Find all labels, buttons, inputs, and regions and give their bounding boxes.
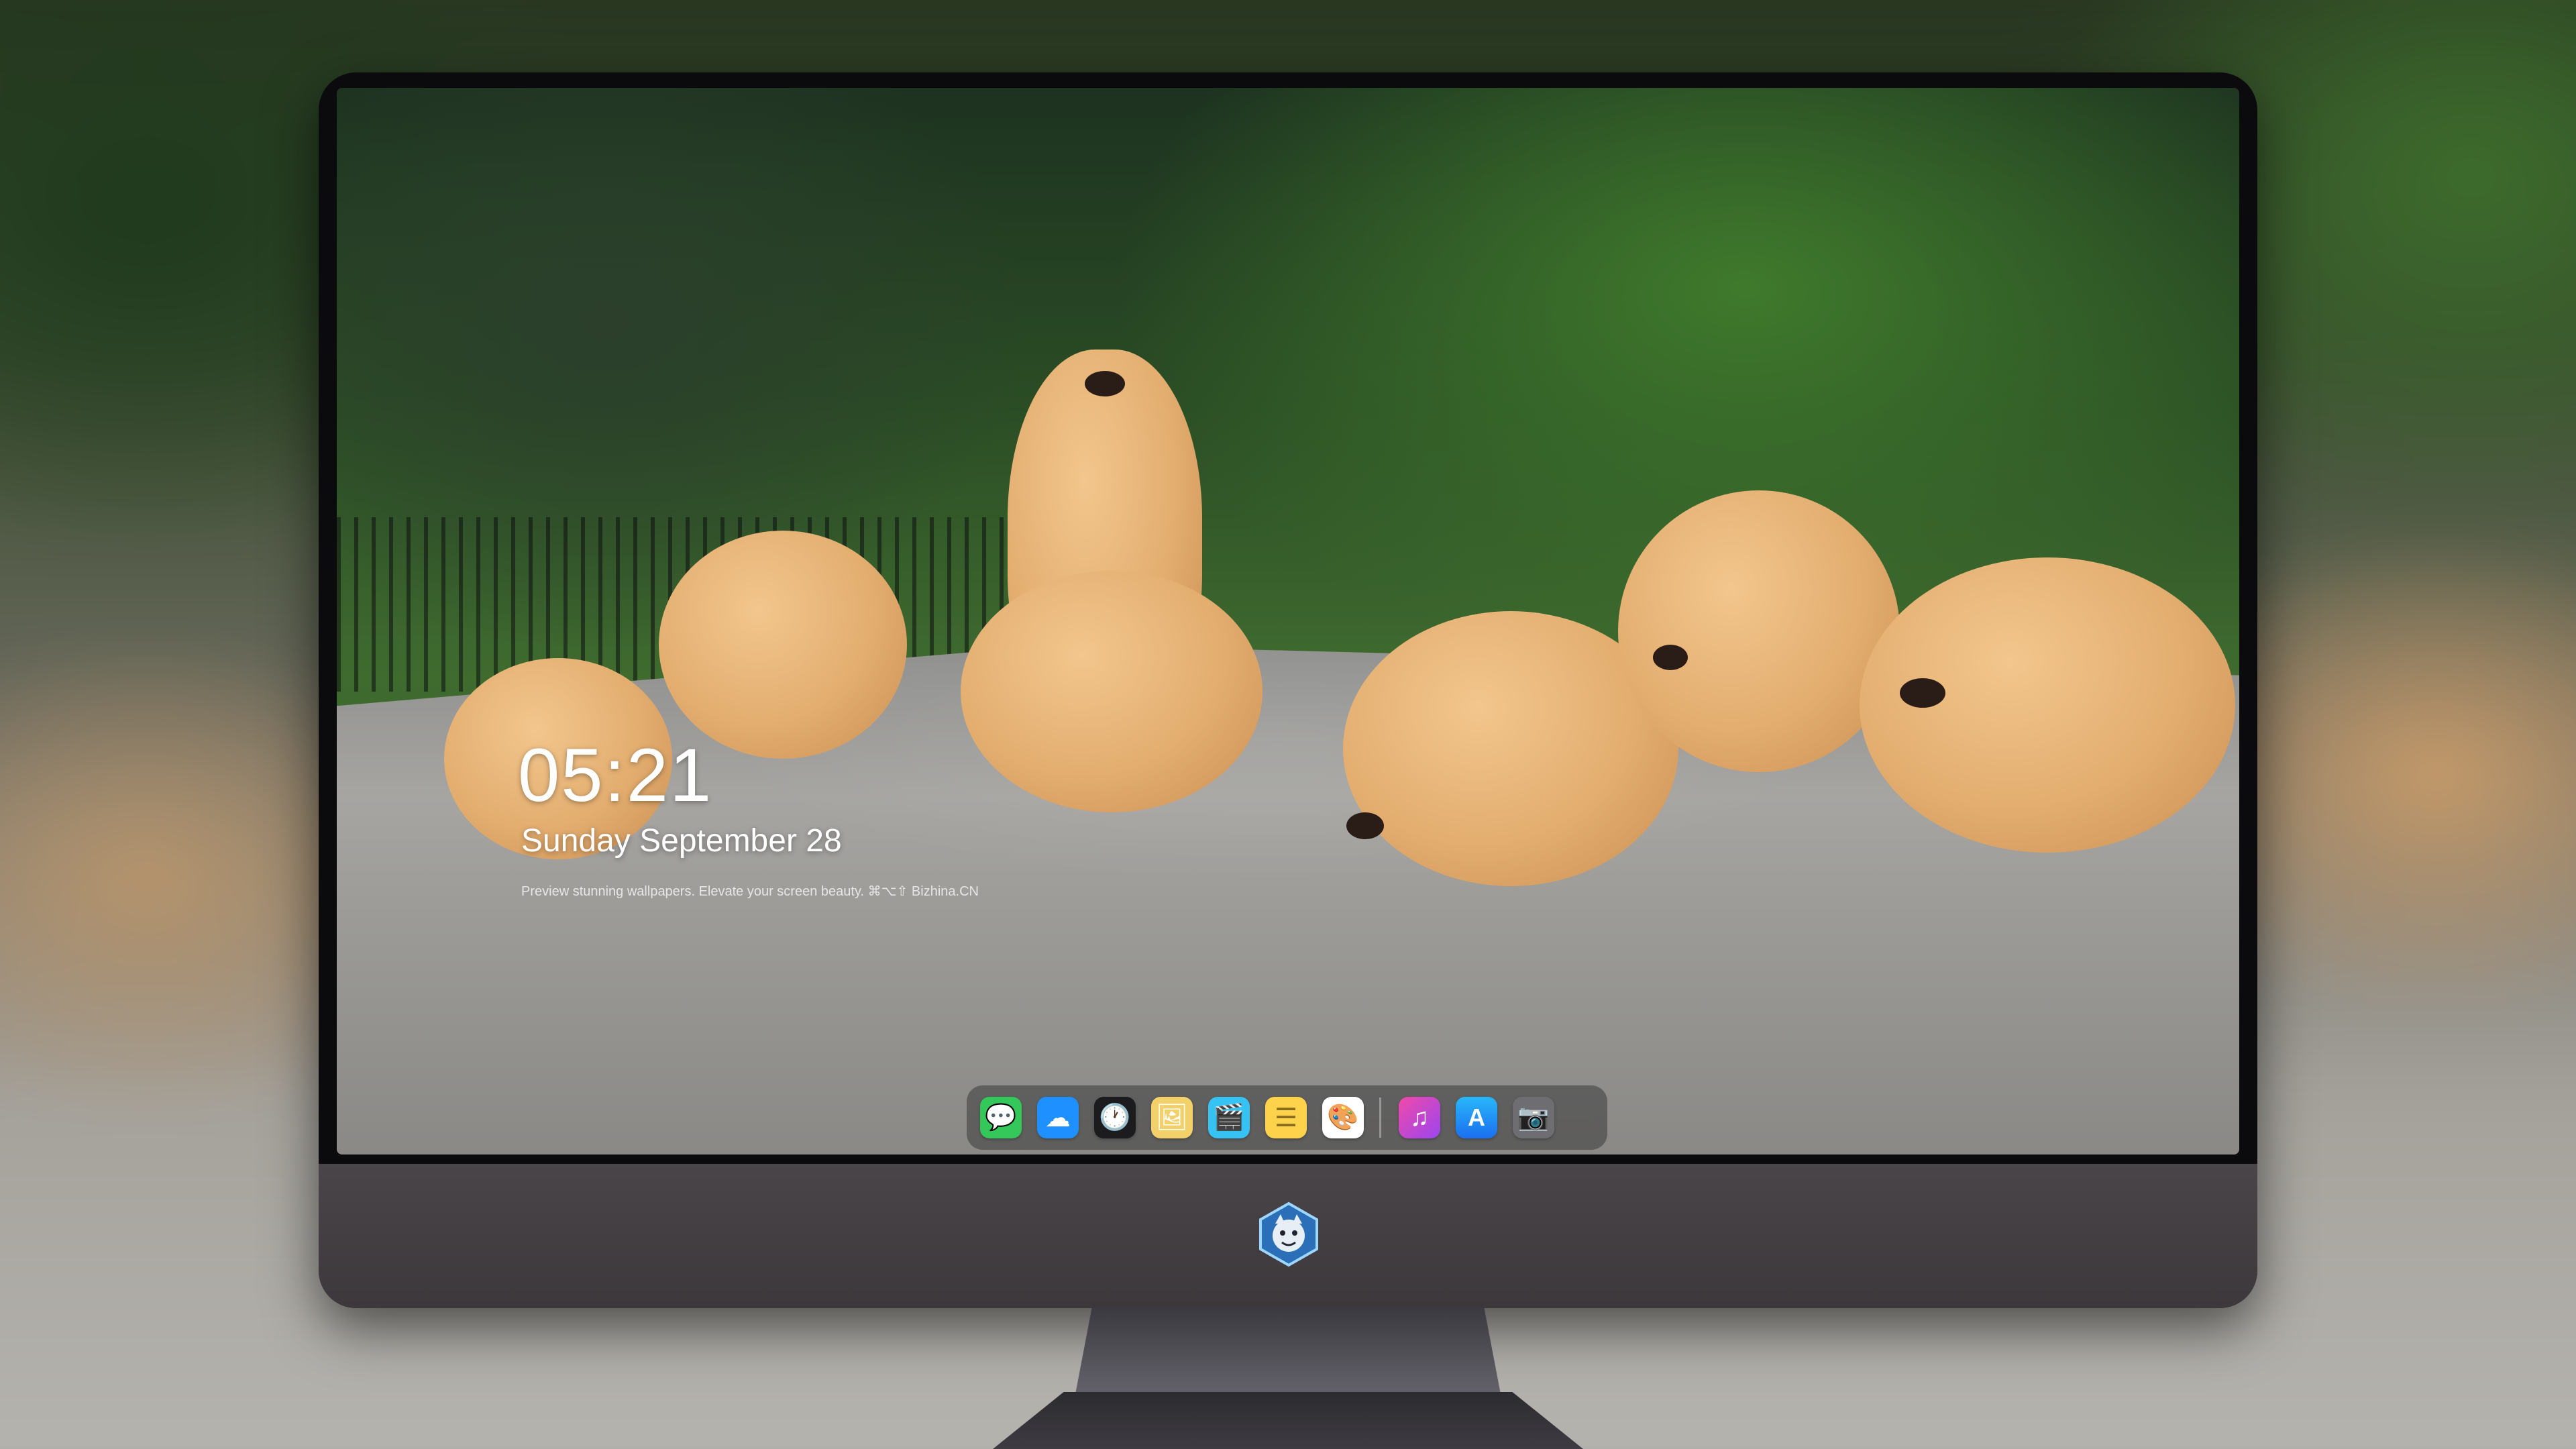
notes-icon[interactable]: ☰: [1265, 1097, 1307, 1138]
notes-glyph: ☰: [1274, 1104, 1298, 1132]
itunes-icon[interactable]: ♫: [1399, 1097, 1440, 1138]
messages-glyph: 💬: [985, 1104, 1017, 1132]
final-cut-glyph: 🎬: [1213, 1104, 1245, 1132]
lockscreen-clock: 05:21: [518, 733, 713, 817]
final-cut-icon[interactable]: 🎬: [1208, 1097, 1250, 1138]
photo-booth-icon[interactable]: 🎨: [1322, 1097, 1364, 1138]
weather-glyph: ☁: [1045, 1104, 1071, 1132]
messages-icon[interactable]: 💬: [980, 1097, 1022, 1138]
camera-glyph: 📷: [1517, 1104, 1550, 1132]
photo-booth-glyph: 🎨: [1327, 1104, 1359, 1132]
chin-logo-icon: [1259, 1201, 1318, 1267]
preview-icon[interactable]: 🖼: [1151, 1097, 1193, 1138]
app-store-glyph: A: [1468, 1104, 1485, 1131]
camera-icon[interactable]: 📷: [1513, 1097, 1554, 1138]
monitor-stand-base: [993, 1392, 1583, 1449]
clock-glyph: 🕐: [1099, 1104, 1131, 1132]
itunes-glyph: ♫: [1409, 1103, 1430, 1132]
clock-icon[interactable]: 🕐: [1094, 1097, 1136, 1138]
app-store-icon[interactable]: A: [1456, 1097, 1497, 1138]
lockscreen-caption: Preview stunning wallpapers. Elevate you…: [521, 884, 979, 899]
screen: 05:21 Sunday September 28 Preview stunni…: [337, 88, 2239, 1155]
dock: 💬 ☁ 🕐 🖼 🎬 ☰ 🎨 ♫ A 📷: [967, 1085, 1607, 1150]
preview-glyph: 🖼: [1155, 1104, 1189, 1132]
weather-icon[interactable]: ☁: [1037, 1097, 1079, 1138]
stage: 05:21 Sunday September 28 Preview stunni…: [0, 0, 2576, 1449]
lockscreen-date: Sunday September 28: [521, 823, 842, 859]
dock-separator: [1379, 1097, 1381, 1138]
